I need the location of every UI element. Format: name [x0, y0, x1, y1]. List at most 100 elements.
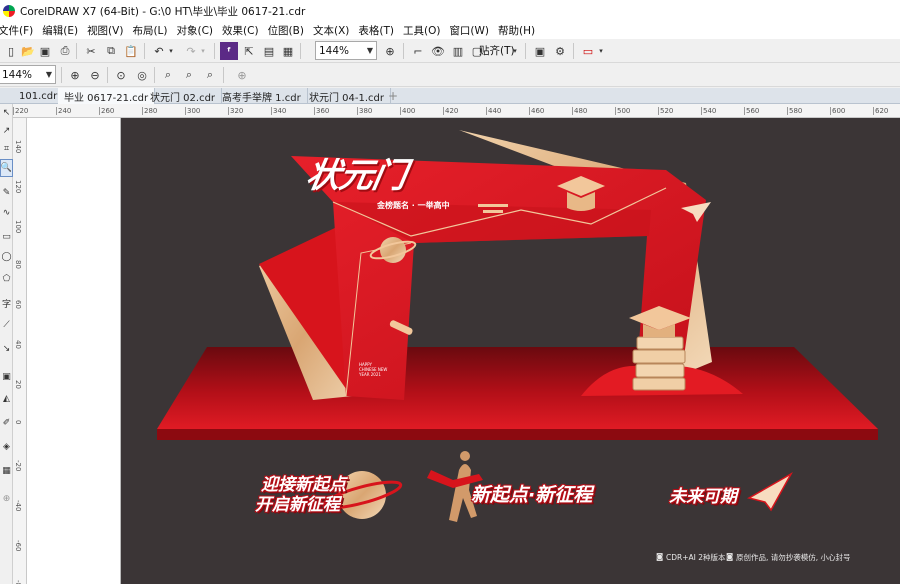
color-eyedropper-icon[interactable]: ✐ — [0, 414, 13, 432]
pick-tool-icon[interactable]: ↖ — [0, 104, 13, 122]
zoom-out-icon[interactable]: ⊖ — [86, 66, 104, 84]
toolbar-separator — [525, 43, 526, 59]
tab-101[interactable]: 101.cdr — [13, 88, 65, 104]
artwork-canvas[interactable]: 状元门 金榜题名 · 一举高中 HAPPY CHINESE NEW YEAR 2… — [121, 118, 900, 584]
polygon-tool-icon[interactable]: ⬠ — [0, 270, 13, 288]
menu-tools[interactable]: 工具(O) — [403, 23, 449, 38]
welcome-screen-icon[interactable]: ▣ — [531, 42, 549, 60]
ruler-tick-label: 280 — [142, 107, 158, 115]
options-icon[interactable]: ⚙ — [551, 42, 569, 60]
artistic-media-icon[interactable]: ∿ — [0, 204, 13, 222]
freehand-tool-icon[interactable]: ✎ — [0, 184, 13, 202]
menu-file[interactable]: 文件(F) — [0, 23, 42, 38]
property-zoom-combo[interactable]: 144% ▼ — [0, 65, 56, 84]
menu-effects[interactable]: 效果(C) — [222, 23, 268, 38]
arch-artwork — [157, 130, 878, 522]
zoom-all-icon[interactable]: ◎ — [133, 66, 151, 84]
toolbar-separator — [61, 67, 62, 83]
tab-zhuangyuanmen-04-1[interactable]: 状元门 04-1.cdr — [303, 88, 392, 104]
menu-layout[interactable]: 布局(L) — [132, 23, 176, 38]
show-rulers-icon[interactable]: ⌐ — [409, 42, 427, 60]
tab-graduation-0617-21[interactable]: 毕业 0617-21.cdr — [58, 88, 156, 104]
property-zoom-value: 144% — [2, 68, 33, 81]
menu-edit[interactable]: 编辑(E) — [42, 23, 87, 38]
export-icon[interactable]: ⇱ — [240, 42, 258, 60]
shape-tool-icon[interactable]: ↗ — [0, 122, 13, 140]
property-bar: 144% ▼ ⊕ ⊖ ⊙ ◎ ⌕ ⌕ ⌕ ⊕ — [0, 63, 900, 87]
toolbar-separator — [403, 43, 404, 59]
drawing-page[interactable] — [27, 118, 121, 584]
save-icon[interactable]: ▣ — [36, 42, 54, 60]
publish-pdf-icon[interactable]: ▤ — [260, 42, 278, 60]
interactive-fill-icon[interactable]: ◈ — [0, 438, 13, 456]
drop-shadow-icon[interactable]: ▣ — [0, 368, 13, 386]
menu-object[interactable]: 对象(C) — [177, 23, 223, 38]
horizontal-ruler[interactable]: 220 240 260 280 300 320 340 360 380 400 420 440 460 4… — [13, 104, 900, 118]
toolbar-separator — [144, 43, 145, 59]
menu-window[interactable]: 窗口(W) — [449, 23, 498, 38]
redo-dropdown-icon[interactable]: ▾ — [198, 42, 208, 60]
rectangle-tool-icon[interactable]: ▭ — [0, 228, 13, 246]
zoom-page-icon[interactable]: ⌕ — [159, 66, 177, 84]
note-copyright: 原创作品, 请勿抄袭模仿, 小心封号 — [736, 553, 851, 562]
chevron-down-icon: ▼ — [366, 46, 373, 55]
zoom-level-value: 144% — [319, 44, 350, 57]
ruler-tick-label: 240 — [56, 107, 72, 115]
zoom-width-icon[interactable]: ⌕ — [180, 66, 198, 84]
ruler-tick-label: 500 — [615, 107, 631, 115]
ellipse-tool-icon[interactable]: ◯ — [0, 248, 13, 266]
new-icon[interactable]: ▯ — [2, 42, 20, 60]
zoom-selected-icon[interactable]: ⊙ — [112, 66, 130, 84]
add-tool-icon[interactable]: ⊕ — [0, 490, 13, 508]
paste-icon[interactable]: 📋 — [122, 42, 140, 60]
menu-help[interactable]: 帮助(H) — [498, 23, 544, 38]
planet-icon — [380, 237, 406, 263]
add-tab-icon[interactable]: + — [386, 89, 400, 103]
ruler-tick-label: -20 — [14, 460, 22, 472]
zoom-height-icon[interactable]: ⌕ — [201, 66, 219, 84]
proof-dropdown-icon[interactable]: ▾ — [596, 42, 606, 60]
vertical-ruler[interactable]: 140 120 100 80 60 40 20 0 -20 -40 -60 -80 — [13, 118, 27, 584]
ruler-tick-label: 300 — [185, 107, 201, 115]
connector-tool-icon[interactable]: ↘ — [0, 340, 13, 358]
zoom-level-combo[interactable]: 144% ▼ — [315, 41, 377, 60]
menu-bitmaps[interactable]: 位图(B) — [268, 23, 313, 38]
show-grid-icon[interactable]: 👁 — [429, 42, 447, 60]
undo-dropdown-icon[interactable]: ▾ — [166, 42, 176, 60]
menu-table[interactable]: 表格(T) — [358, 23, 403, 38]
zoom-in-icon[interactable]: ⊕ — [66, 66, 84, 84]
smart-fill-icon[interactable]: ▦ — [0, 462, 13, 480]
zoom-tool-icon[interactable]: 🔍 — [0, 159, 13, 177]
cut-icon[interactable]: ✂ — [82, 42, 100, 60]
ruler-tick-label: 360 — [314, 107, 330, 115]
application-launcher-icon[interactable]: ▦ — [279, 42, 297, 60]
crop-tool-icon[interactable]: ⌗ — [0, 140, 13, 158]
ruler-tick-label: 460 — [529, 107, 545, 115]
ruler-tick-label: 580 — [787, 107, 803, 115]
tab-zhuangyuanmen-02[interactable]: 状元门 02.cdr — [144, 88, 223, 104]
toolbar-separator — [573, 43, 574, 59]
transparency-icon[interactable]: ◭ — [0, 390, 13, 408]
ruler-tick-label: 440 — [486, 107, 502, 115]
text-tool-icon[interactable]: 字 — [0, 294, 13, 312]
parallel-dimension-icon[interactable]: ⟋ — [0, 316, 13, 334]
stage-edge — [157, 429, 878, 440]
tab-exam-sign-1[interactable]: 高考手举牌 1.cdr — [216, 88, 308, 104]
copy-icon[interactable]: ⧉ — [102, 42, 120, 60]
toolbox: ↖ ↗ ⌗ 🔍 ✎ ∿ ▭ ◯ ⬠ 字 ⟋ ↘ ▣ ◭ ✐ ◈ ▦ ⊕ — [0, 104, 13, 584]
open-icon[interactable]: 📂 — [19, 42, 37, 60]
color-proof-icon[interactable]: ▭ — [579, 42, 597, 60]
slogan-center: 新起点·新征程 — [471, 484, 593, 506]
snap-dropdown-icon[interactable]: ▾ — [510, 42, 520, 60]
pan-icon[interactable]: ⊕ — [233, 66, 251, 84]
show-guidelines-icon[interactable]: ▥ — [449, 42, 467, 60]
menu-view[interactable]: 视图(V) — [87, 23, 132, 38]
import-icon[interactable]: ᶠ — [220, 42, 238, 60]
ruler-tick-label: 560 — [744, 107, 760, 115]
menu-text[interactable]: 文本(X) — [313, 23, 358, 38]
full-screen-preview-icon[interactable]: ⊕ — [381, 42, 399, 60]
ruler-tick-label: 80 — [14, 260, 22, 269]
print-icon[interactable]: ⎙ — [56, 42, 74, 60]
toolbar-separator — [107, 67, 108, 83]
ruler-tick-label: -40 — [14, 500, 22, 512]
